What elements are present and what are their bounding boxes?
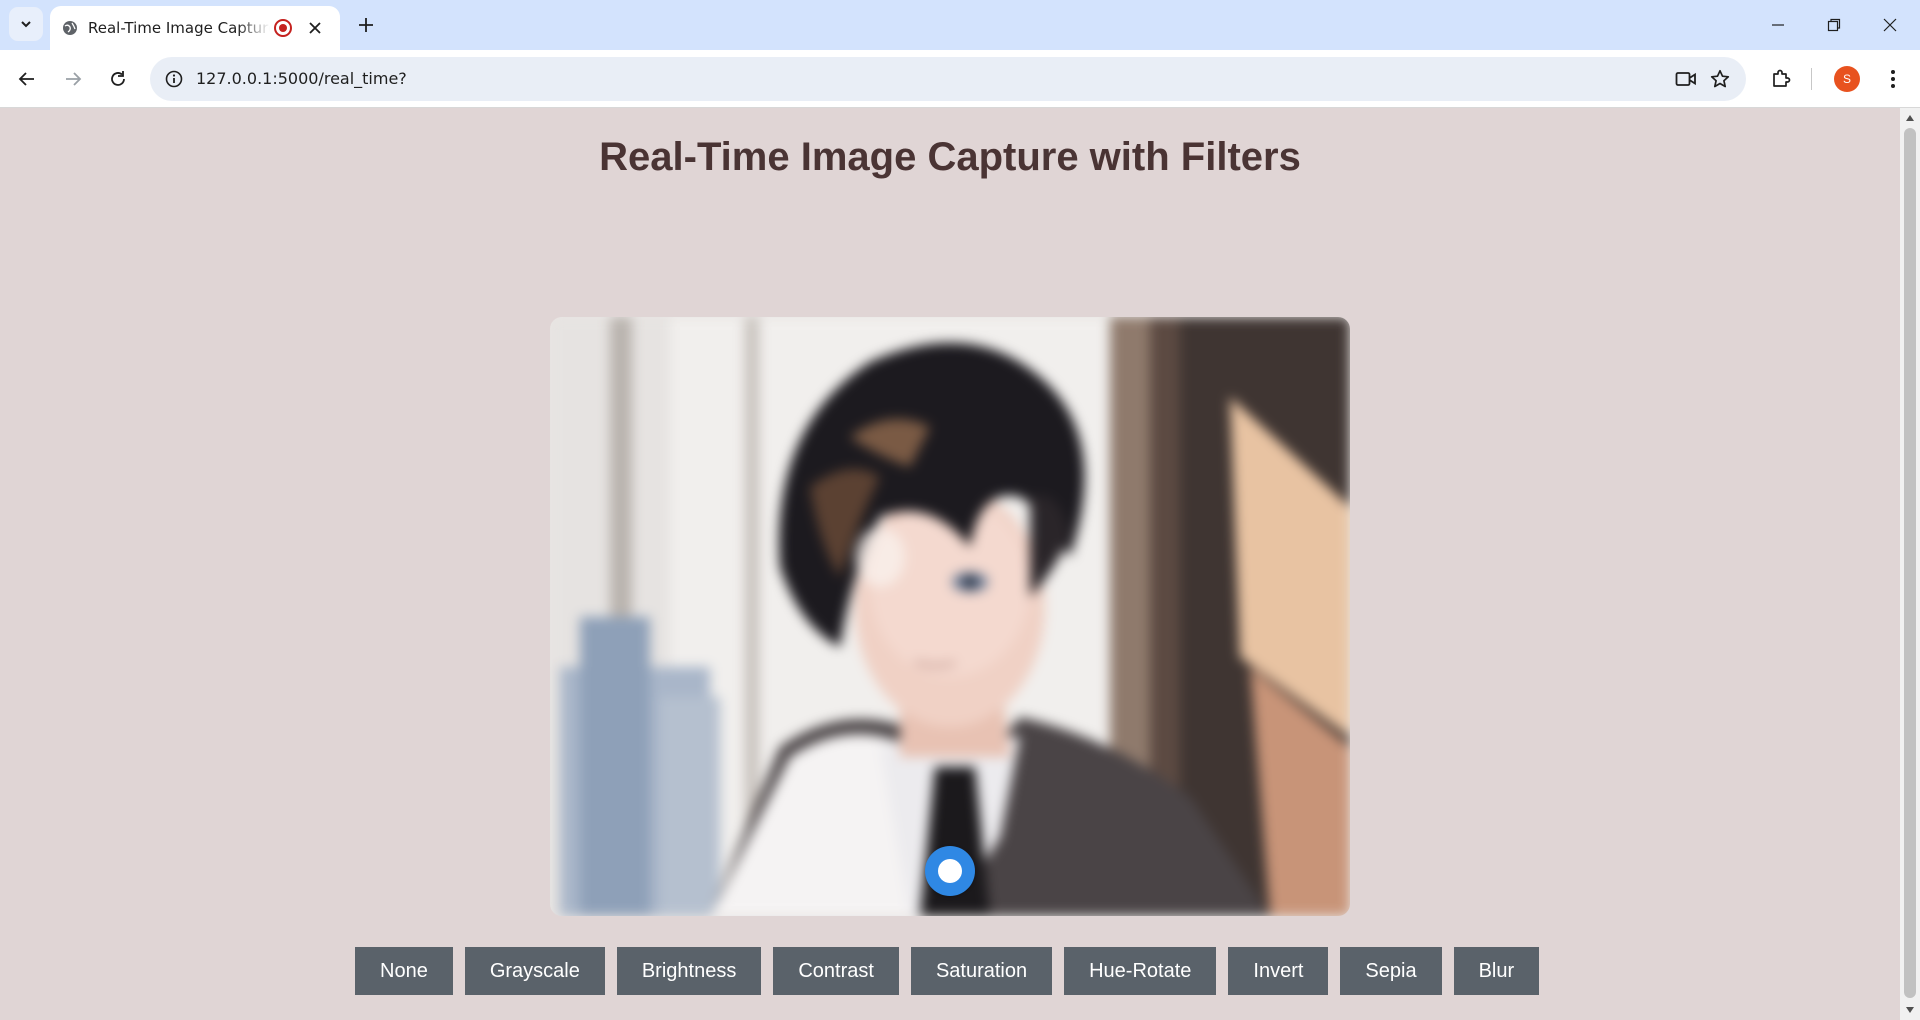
filter-saturation-button[interactable]: Saturation xyxy=(910,947,1053,995)
filter-none-button[interactable]: None xyxy=(355,947,453,995)
camera-icon[interactable] xyxy=(1674,67,1698,91)
close-icon xyxy=(309,22,321,34)
toolbar-divider xyxy=(1811,68,1812,90)
filter-brightness-button[interactable]: Brightness xyxy=(616,947,762,995)
plus-icon xyxy=(359,18,373,32)
scroll-thumb[interactable] xyxy=(1904,128,1916,998)
arrow-left-icon xyxy=(18,72,34,86)
arrow-right-icon xyxy=(66,72,82,86)
minimize-icon xyxy=(1772,24,1784,26)
reload-icon xyxy=(111,71,125,86)
new-tab-button[interactable] xyxy=(352,11,380,39)
scroll-up-arrow[interactable] xyxy=(1900,110,1920,126)
video-preview xyxy=(550,317,1350,916)
tab-close-button[interactable] xyxy=(304,17,326,39)
filter-buttons: None Grayscale Brightness Contrast Satur… xyxy=(355,947,1540,995)
extensions-button[interactable] xyxy=(1765,63,1797,95)
globe-icon xyxy=(63,21,77,35)
page-scrollbar[interactable] xyxy=(1900,108,1920,1020)
address-bar[interactable]: 127.0.0.1:5000/real_time? xyxy=(150,57,1746,101)
tab-bar: Real-Time Image Capture with Filters xyxy=(0,0,1920,50)
chevron-down-icon xyxy=(21,21,31,28)
forward-button[interactable] xyxy=(55,61,91,97)
restore-button[interactable] xyxy=(1806,0,1862,50)
tab-title: Real-Time Image Capture with Filters xyxy=(88,19,270,37)
browser-tab[interactable]: Real-Time Image Capture with Filters xyxy=(50,6,340,50)
triangle-down-icon xyxy=(1906,1007,1914,1013)
window-close-button[interactable] xyxy=(1862,0,1918,50)
bookmark-star-icon[interactable] xyxy=(1708,67,1732,91)
record-icon xyxy=(274,19,292,37)
menu-button[interactable] xyxy=(1877,63,1909,95)
restore-icon xyxy=(1827,18,1841,32)
scroll-down-arrow[interactable] xyxy=(1900,1002,1920,1018)
browser-toolbar: 127.0.0.1:5000/real_time? S xyxy=(0,50,1920,108)
back-button[interactable] xyxy=(9,61,45,97)
filter-hue-rotate-button[interactable]: Hue-Rotate xyxy=(1064,947,1217,995)
site-info-icon[interactable] xyxy=(162,67,186,91)
filter-blur-button[interactable]: Blur xyxy=(1453,947,1540,995)
minimize-button[interactable] xyxy=(1750,0,1806,50)
filter-grayscale-button[interactable]: Grayscale xyxy=(464,947,605,995)
touch-cursor-indicator xyxy=(925,846,975,896)
reload-button[interactable] xyxy=(100,61,136,97)
filter-invert-button[interactable]: Invert xyxy=(1228,947,1329,995)
filter-sepia-button[interactable]: Sepia xyxy=(1340,947,1442,995)
page-title: Real-Time Image Capture with Filters xyxy=(599,135,1301,179)
more-vert-icon xyxy=(1891,70,1895,88)
puzzle-icon xyxy=(1773,69,1791,87)
camera-frame-image xyxy=(550,317,1350,916)
profile-avatar[interactable]: S xyxy=(1834,66,1860,92)
filter-contrast-button[interactable]: Contrast xyxy=(773,947,899,995)
triangle-up-icon xyxy=(1906,115,1914,121)
tab-search-button[interactable] xyxy=(9,7,43,41)
close-icon xyxy=(1883,18,1897,32)
url-text[interactable]: 127.0.0.1:5000/real_time? xyxy=(196,69,407,88)
